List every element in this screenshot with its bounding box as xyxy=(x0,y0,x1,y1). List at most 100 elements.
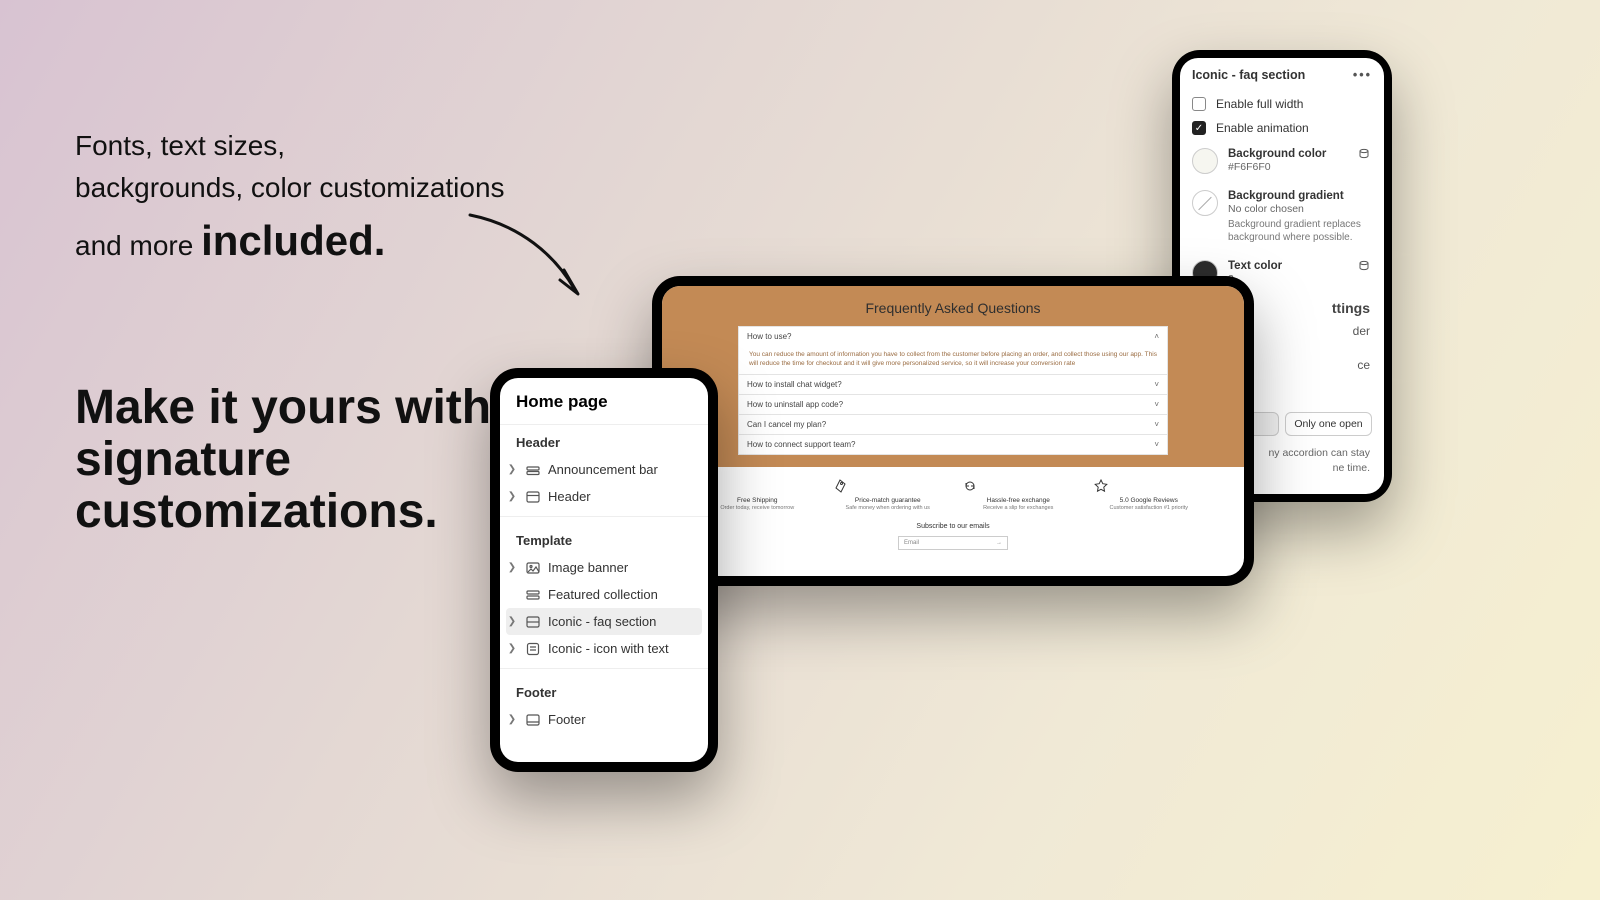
email-placeholder: Email xyxy=(904,540,919,546)
faq-answer: You can reduce the amount of information… xyxy=(739,346,1167,374)
sidebar-item-footer[interactable]: ❯Footer xyxy=(500,706,708,733)
chevron-down-icon: ˅ xyxy=(1154,400,1159,409)
trust-subtext: Order today, receive tomorrow xyxy=(702,505,812,511)
subscribe-block: Subscribe to our emails Email → xyxy=(662,517,1244,562)
faq-item: How to install chat widget? ˅ xyxy=(738,375,1168,395)
enable-animation-toggle[interactable]: ✓ Enable animation xyxy=(1180,116,1384,140)
dynamic-source-icon[interactable] xyxy=(1358,260,1372,272)
section-icon xyxy=(526,615,540,629)
faq-question[interactable]: How to connect support team? ˅ xyxy=(739,435,1167,454)
dynamic-source-icon[interactable] xyxy=(1358,148,1372,160)
trust-icon xyxy=(1094,479,1204,495)
bg-gradient-label: Background gradient xyxy=(1228,190,1372,202)
sidebar-item-label: Header xyxy=(548,489,591,504)
faq-item: How to use? ˄ You can reduce the amount of… xyxy=(738,326,1168,375)
chevron-right-icon: ❯ xyxy=(506,562,518,573)
sidebar-item-label: Image banner xyxy=(548,560,628,575)
trust-heading: Price-match guarantee xyxy=(833,497,943,504)
sidebar-item-iconic-faq-section[interactable]: ❯ Iconic - faq section xyxy=(506,608,702,635)
background-color-row[interactable]: Background color #F6F6F0 xyxy=(1180,140,1384,182)
trust-heading: Hassle-free exchange xyxy=(963,497,1073,504)
sidebar-item-label: Featured collection xyxy=(548,587,658,602)
trust-subtext: Customer satisfaction #1 priority xyxy=(1094,505,1204,511)
sidebar-item-header[interactable]: ❯ Header xyxy=(500,483,708,510)
faq-question[interactable]: How to use? ˄ xyxy=(739,327,1167,346)
sidebar-item-label: Iconic - faq section xyxy=(548,614,656,629)
trust-subtext: Receive a slip for exchanges xyxy=(963,505,1073,511)
copy-line-b: backgrounds, color customizations xyxy=(75,172,505,203)
trust-item: 5.0 Google ReviewsCustomer satisfaction … xyxy=(1094,479,1204,511)
text-color-label: Text color xyxy=(1228,260,1348,272)
announcement-icon xyxy=(526,463,540,477)
image-icon xyxy=(526,561,540,575)
chevron-right-icon: ❯ xyxy=(506,714,518,725)
trust-item: Hassle-free exchangeReceive a slip for e… xyxy=(963,479,1073,511)
more-icon[interactable]: ••• xyxy=(1353,68,1372,82)
faq-question[interactable]: How to uninstall app code? ˅ xyxy=(739,395,1167,414)
faq-question-text: How to install chat widget? xyxy=(747,380,842,389)
sidebar-panel: Home page Header❯Announcement bar❯Header… xyxy=(500,378,708,762)
copy-line-c-prefix: and more xyxy=(75,230,201,261)
bg-color-swatch xyxy=(1192,148,1218,174)
chevron-right-icon: ❯ xyxy=(506,643,518,654)
preview-frame: Frequently Asked Questions How to use?˄Y… xyxy=(652,276,1254,586)
footer-icon xyxy=(526,713,540,727)
text-color-value: 3 xyxy=(1228,273,1348,285)
sidebar-item-label: Iconic - icon with text xyxy=(548,641,669,656)
faq-question-text: How to uninstall app code? xyxy=(747,400,843,409)
faq-question[interactable]: Can I cancel my plan? ˅ xyxy=(739,415,1167,434)
chevron-right-icon: ❯ xyxy=(506,464,518,475)
enable-full-width-label: Enable full width xyxy=(1216,97,1303,111)
chevron-up-icon: ˄ xyxy=(1154,332,1159,341)
chevron-right-icon: ❯ xyxy=(506,616,518,627)
bg-gradient-value: No color chosen xyxy=(1228,203,1372,215)
bg-color-label: Background color xyxy=(1228,148,1348,160)
background-gradient-row[interactable]: Background gradient No color chosen Back… xyxy=(1180,182,1384,252)
chevron-down-icon: ˅ xyxy=(1154,420,1159,429)
faq-question-text: How to connect support team? xyxy=(747,440,856,449)
arrow-icon xyxy=(460,200,620,320)
header-icon xyxy=(526,490,540,504)
trust-heading: Free Shipping xyxy=(702,497,812,504)
trust-icon xyxy=(833,479,943,495)
trust-icon xyxy=(702,479,812,495)
sidebar-title: Home page xyxy=(500,378,708,425)
copy-line-c-strong: included. xyxy=(201,217,385,264)
chevron-down-icon: ˅ xyxy=(1154,380,1159,389)
bg-color-value: #F6F6F0 xyxy=(1228,161,1348,173)
iconwtext-icon xyxy=(526,642,540,656)
submit-arrow-icon[interactable]: → xyxy=(996,540,1002,546)
sidebar-item-announcement-bar[interactable]: ❯Announcement bar xyxy=(500,456,708,483)
faq-question-text: Can I cancel my plan? xyxy=(747,420,826,429)
only-one-open-button[interactable]: Only one open xyxy=(1285,412,1372,436)
settings-title: Iconic - faq section xyxy=(1192,68,1305,82)
chevron-down-icon: ˅ xyxy=(1154,440,1159,449)
sidebar-group-label: Header xyxy=(500,425,708,456)
bg-gradient-hint: Background gradient replaces background … xyxy=(1228,218,1372,244)
trust-heading: 5.0 Google Reviews xyxy=(1094,497,1204,504)
copy-line-a: Fonts, text sizes, xyxy=(75,130,285,161)
enable-full-width-toggle[interactable]: Enable full width xyxy=(1180,92,1384,116)
bg-gradient-swatch xyxy=(1192,190,1218,216)
faq-question[interactable]: How to install chat widget? ˅ xyxy=(739,375,1167,394)
email-field[interactable]: Email → xyxy=(898,536,1008,550)
trust-item: Free ShippingOrder today, receive tomorr… xyxy=(702,479,812,511)
chevron-right-icon: ❯ xyxy=(506,491,518,502)
trust-subtext: Safe money when ordering with us xyxy=(833,505,943,511)
checkbox-checked-icon: ✓ xyxy=(1192,121,1206,135)
faq-item: Can I cancel my plan? ˅ xyxy=(738,415,1168,435)
trust-item: Price-match guaranteeSafe money when ord… xyxy=(833,479,943,511)
sidebar-item-image-banner[interactable]: ❯ Image banner xyxy=(500,554,708,581)
trust-row: Free ShippingOrder today, receive tomorr… xyxy=(662,467,1244,517)
checkbox-unchecked-icon xyxy=(1192,97,1206,111)
faq-section: Frequently Asked Questions How to use?˄Y… xyxy=(662,286,1244,467)
collection-icon xyxy=(526,588,540,602)
faq-item: How to uninstall app code? ˅ xyxy=(738,395,1168,415)
sidebar-item-featured-collection[interactable]: ❯Featured collection xyxy=(500,581,708,608)
sidebar-panel-frame: Home page Header❯Announcement bar❯Header… xyxy=(490,368,718,772)
enable-animation-label: Enable animation xyxy=(1216,121,1309,135)
subscribe-title: Subscribe to our emails xyxy=(662,523,1244,530)
sidebar-item-iconic-icon-with-text[interactable]: ❯ Iconic - icon with text xyxy=(500,635,708,662)
trust-icon xyxy=(963,479,1073,495)
faq-question-text: How to use? xyxy=(747,332,791,341)
